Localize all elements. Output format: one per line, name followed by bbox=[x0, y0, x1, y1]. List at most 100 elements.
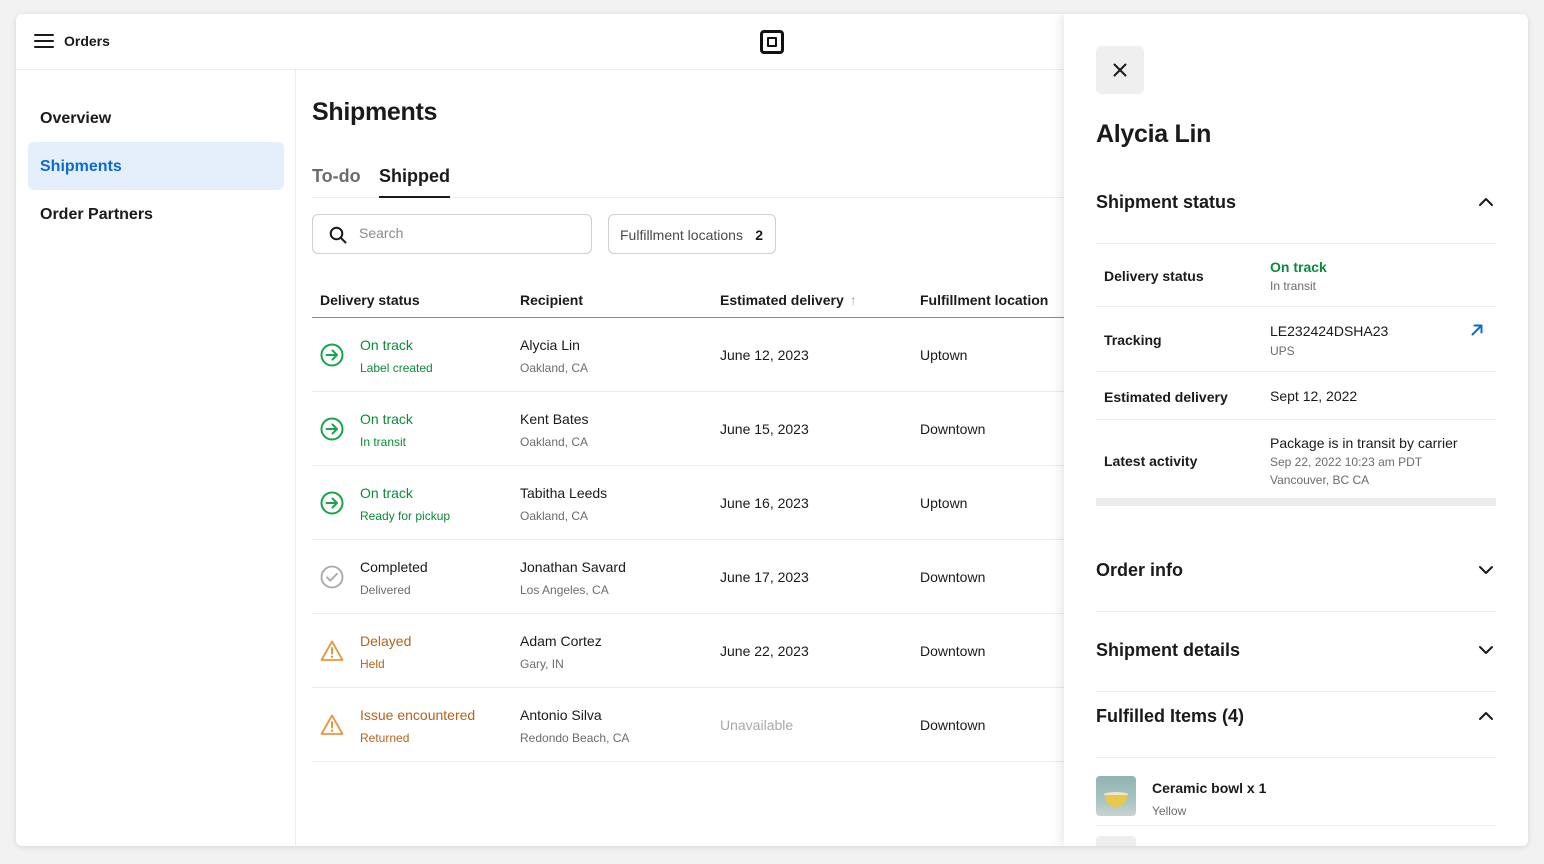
main-content: Shipments To-do Shipped Fulfillment loca… bbox=[312, 70, 1072, 846]
recipient-city: Los Angeles, CA bbox=[520, 583, 609, 597]
estimated-delivery-label: Estimated delivery bbox=[1104, 389, 1228, 405]
sidebar-item-shipments[interactable]: Shipments bbox=[28, 142, 284, 190]
estimated-delivery: Unavailable bbox=[720, 717, 794, 733]
fulfillment-location: Uptown bbox=[920, 495, 968, 511]
filter-label: Fulfillment locations bbox=[620, 227, 743, 243]
tab-to-do[interactable]: To-do bbox=[312, 166, 361, 198]
section-fulfilled-items[interactable]: Fulfilled Items (4) bbox=[1096, 678, 1496, 758]
tracking-label: Tracking bbox=[1104, 332, 1162, 348]
delivery-substatus: Returned bbox=[360, 731, 410, 745]
item-name: Ceramic bowl x 1 bbox=[1152, 780, 1267, 796]
tracking-number[interactable]: LE232424DSHA23 bbox=[1270, 323, 1388, 339]
menu-icon[interactable] bbox=[34, 34, 54, 50]
latest-activity-value: Package is in transit by carrier bbox=[1270, 435, 1458, 451]
recipient-city: Oakland, CA bbox=[520, 509, 589, 523]
delivery-status-row: Delivery status On track In transit bbox=[1096, 244, 1496, 307]
section-title: Fulfilled Items (4) bbox=[1096, 706, 1245, 726]
latest-activity-place: Vancouver, BC CA bbox=[1270, 473, 1370, 487]
latest-activity-label: Latest activity bbox=[1104, 453, 1198, 469]
table-row[interactable]: On track Ready for pickup Tabitha Leeds … bbox=[312, 466, 1072, 540]
recipient-name: Kent Bates bbox=[520, 411, 589, 427]
fulfilled-item[interactable]: Ceramic bowl x 1 Yellow bbox=[1096, 758, 1496, 826]
arrow-circle-right-icon bbox=[320, 417, 344, 441]
external-link-icon[interactable] bbox=[1470, 323, 1484, 337]
delivery-substatus: Ready for pickup bbox=[360, 509, 451, 523]
delivery-status: Delayed bbox=[360, 633, 412, 649]
search-input[interactable] bbox=[359, 225, 579, 241]
chevron-up-icon[interactable] bbox=[1478, 194, 1494, 210]
section-divider bbox=[1096, 498, 1496, 506]
carrier-name: UPS bbox=[1270, 344, 1295, 358]
section-order-info[interactable]: Order info bbox=[1096, 532, 1496, 612]
section-shipment-status[interactable]: Shipment status bbox=[1096, 164, 1496, 244]
fulfillment-location: Downtown bbox=[920, 643, 986, 659]
column-header-delivery-status[interactable]: Delivery status bbox=[320, 292, 420, 308]
column-header-label: Estimated delivery bbox=[720, 292, 844, 308]
warning-triangle-icon bbox=[320, 714, 344, 735]
estimated-delivery: June 12, 2023 bbox=[720, 347, 809, 363]
filter-count: 2 bbox=[755, 227, 763, 243]
delivery-status: On track bbox=[360, 411, 413, 427]
sidebar-item-order-partners[interactable]: Order Partners bbox=[28, 190, 284, 238]
recipient-name: Alycia Lin bbox=[520, 337, 580, 353]
column-header-fulfillment-location[interactable]: Fulfillment location bbox=[920, 292, 1048, 308]
search-icon bbox=[329, 226, 347, 244]
tab-bar: To-do Shipped bbox=[312, 166, 1072, 198]
chevron-down-icon[interactable] bbox=[1478, 562, 1494, 578]
item-variant: Yellow bbox=[1152, 804, 1187, 818]
section-title: Shipment details bbox=[1096, 640, 1241, 660]
fulfillment-location: Downtown bbox=[920, 569, 986, 585]
table-header: Delivery status Recipient Estimated deli… bbox=[312, 278, 1072, 318]
fulfillment-location: Downtown bbox=[920, 421, 986, 437]
fulfillment-locations-filter[interactable]: Fulfillment locations 2 bbox=[608, 214, 776, 254]
table-row[interactable]: Delayed Held Adam Cortez Gary, IN June 2… bbox=[312, 614, 1072, 688]
delivery-status: Completed bbox=[360, 559, 428, 575]
arrow-circle-right-icon bbox=[320, 343, 344, 367]
sort-ascending-icon[interactable]: ↑ bbox=[850, 292, 857, 308]
delivery-substatus: In transit bbox=[360, 435, 407, 449]
column-header-estimated-delivery[interactable]: Estimated delivery ↑ bbox=[720, 292, 857, 308]
page-title: Shipments bbox=[312, 98, 438, 126]
sidebar-item-overview[interactable]: Overview bbox=[28, 94, 284, 142]
recipient-city: Redondo Beach, CA bbox=[520, 731, 630, 745]
panel-title: Alycia Lin bbox=[1096, 120, 1212, 148]
delivery-status-value: On track bbox=[1270, 259, 1327, 275]
recipient-city: Gary, IN bbox=[520, 657, 564, 671]
table-row[interactable]: Completed Delivered Jonathan Savard Los … bbox=[312, 540, 1072, 614]
chevron-up-icon[interactable] bbox=[1478, 708, 1494, 724]
estimated-delivery-value: Sept 12, 2022 bbox=[1270, 388, 1358, 404]
recipient-name: Antonio Silva bbox=[520, 707, 602, 723]
delivery-status: On track bbox=[360, 485, 413, 501]
estimated-delivery: June 16, 2023 bbox=[720, 495, 809, 511]
tracking-row: Tracking LE232424DSHA23 UPS bbox=[1096, 307, 1496, 372]
recipient-city: Oakland, CA bbox=[520, 435, 589, 449]
delivery-substatus: Delivered bbox=[360, 583, 411, 597]
tab-shipped[interactable]: Shipped bbox=[379, 166, 450, 198]
delivery-substatus: Held bbox=[360, 657, 385, 671]
table-row[interactable]: Issue encountered Returned Antonio Silva… bbox=[312, 688, 1072, 762]
latest-activity-time: Sep 22, 2022 10:23 am PDT bbox=[1270, 455, 1423, 469]
close-button[interactable] bbox=[1096, 46, 1144, 94]
estimated-delivery: June 22, 2023 bbox=[720, 643, 809, 659]
shipments-table: Delivery status Recipient Estimated deli… bbox=[312, 278, 1072, 762]
app-window: Orders Overview Shipments Order Partners… bbox=[16, 14, 1528, 846]
fulfillment-location: Downtown bbox=[920, 717, 986, 733]
table-row[interactable]: On track Label created Alycia Lin Oaklan… bbox=[312, 318, 1072, 392]
estimated-delivery: June 17, 2023 bbox=[720, 569, 809, 585]
warning-triangle-icon bbox=[320, 640, 344, 661]
search-box[interactable] bbox=[312, 214, 592, 254]
check-circle-icon bbox=[320, 565, 344, 589]
chevron-down-icon[interactable] bbox=[1478, 642, 1494, 658]
recipient-name: Adam Cortez bbox=[520, 633, 602, 649]
delivery-status: On track bbox=[360, 337, 413, 353]
column-header-recipient[interactable]: Recipient bbox=[520, 292, 583, 308]
recipient-city: Oakland, CA bbox=[520, 361, 589, 375]
recipient-name: Jonathan Savard bbox=[520, 559, 626, 575]
delivery-status-subvalue: In transit bbox=[1270, 279, 1317, 293]
square-logo-icon[interactable] bbox=[760, 30, 784, 54]
estimated-delivery: June 15, 2023 bbox=[720, 421, 809, 437]
recipient-name: Tabitha Leeds bbox=[520, 485, 608, 501]
table-row[interactable]: On track In transit Kent Bates Oakland, … bbox=[312, 392, 1072, 466]
section-title: Shipment status bbox=[1096, 192, 1237, 212]
fulfillment-location: Uptown bbox=[920, 347, 968, 363]
